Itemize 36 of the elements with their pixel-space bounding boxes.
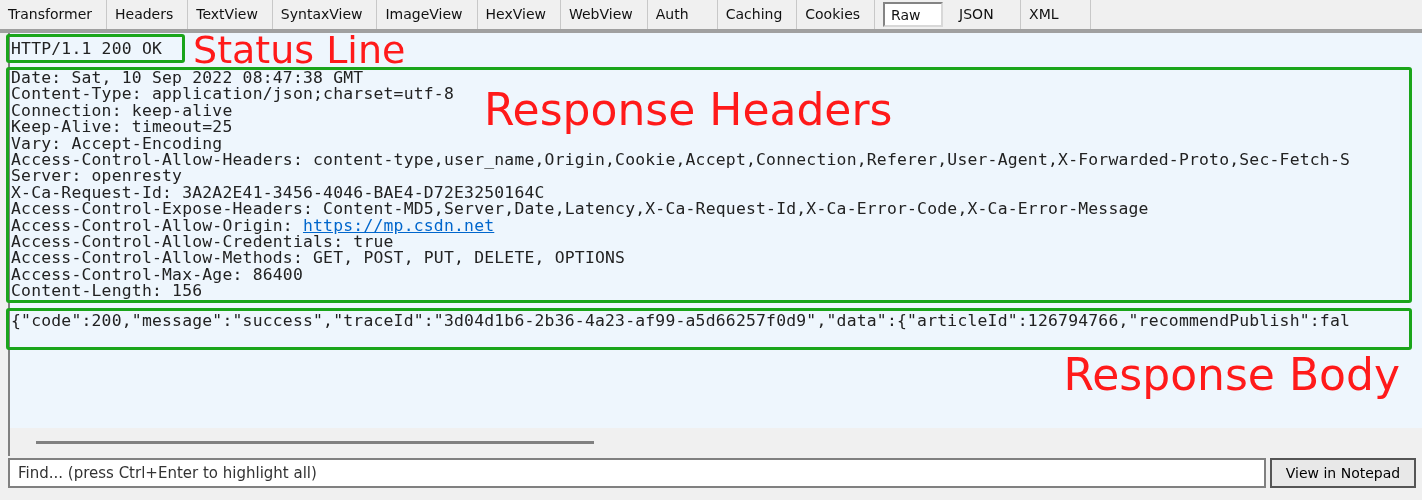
header-line: Content-Length: 156 — [11, 283, 203, 300]
tab[interactable]: Auth — [647, 0, 718, 29]
link[interactable]: https://mp.csdn.net — [303, 215, 495, 235]
header-line: Vary: Accept-Encoding — [11, 135, 223, 153]
tab[interactable]: Caching — [717, 0, 798, 29]
tab[interactable]: XML — [1021, 0, 1092, 29]
status-line: HTTP/1.1 200 OK — [11, 38, 163, 58]
header-line: Connection: keep-alive — [11, 102, 233, 120]
header-line: Keep-Alive: timeout=25 — [11, 119, 233, 136]
header-line: Access-Control-Allow-Origin: https://mp.csdn.net — [11, 217, 495, 235]
tab[interactable]: Headers — [107, 0, 189, 29]
header-line: Access-Control-Allow-Headers: content-type,user_name,Origin,Cookie,Accept,Connection,Referer,User-Agent,X-Forwarded-Proto,Sec-Fetch-S — [11, 152, 1351, 169]
annotation-label: Response Body — [1063, 350, 1400, 401]
tab[interactable]: SyntaxView — [272, 0, 378, 29]
scrollbar-thumb[interactable] — [36, 440, 594, 444]
find-field[interactable]: Find... (press Ctrl+Enter to highlight all) — [8, 458, 1266, 488]
tab[interactable]: Cookies — [797, 0, 876, 29]
header-line: Access-Control-Allow-Methods: GET, POST, PUT, DELETE, OPTIONS — [11, 250, 626, 267]
header-line: Date: Sat, 10 Sep 2022 08:47:38 GMT — [11, 70, 364, 87]
response-body: {"code":200,"message":"success","traceId":"3d04d1b6-2b36-4a23-af99-a5d66257f0d9","data":{"articleId":126794766,"recommendPublish":fal — [11, 312, 1352, 330]
annotation-label: Response Headers — [484, 84, 893, 135]
header-line: Access-Control-Expose-Headers: Content-MD5,Server,Date,Latency,X-Ca-Request-Id,X-Ca-Error-Code,X-Ca-Error-Message — [11, 201, 1149, 218]
tab[interactable]: TextView — [188, 0, 273, 29]
header-line: X-Ca-Request-Id: 3A2A2E41-3456-4046-BAE4-D72E3250164C — [11, 184, 545, 202]
tab[interactable]: HexView — [477, 0, 561, 29]
view-in-notepad-button[interactable]: View in Notepad — [1270, 458, 1416, 488]
tab[interactable]: ImageView — [377, 0, 478, 29]
header-line: Access-Control-Max-Age: 86400 — [11, 266, 303, 284]
header-line: Content-Type: application/json;charset=utf-8 — [11, 86, 454, 103]
header-line: Server: openresty — [11, 168, 183, 185]
header-line: Access-Control-Allow-Credentials: true — [11, 234, 394, 251]
tab[interactable]: Transformer — [0, 0, 107, 29]
tab[interactable]: JSON — [951, 0, 1022, 29]
tab[interactable]: WebView — [560, 0, 648, 29]
tab[interactable]: Raw — [883, 2, 944, 27]
annotation-label: Status Line — [193, 28, 406, 72]
